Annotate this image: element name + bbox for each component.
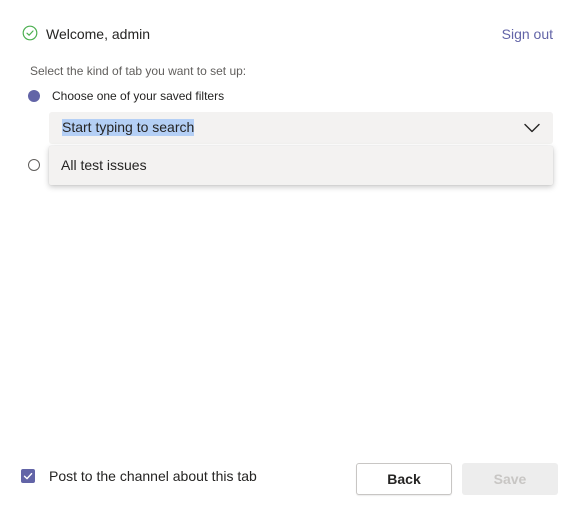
radio-saved-filters[interactable] (28, 90, 40, 102)
post-to-channel-checkbox[interactable] (21, 469, 35, 483)
save-button[interactable]: Save (462, 463, 558, 495)
setup-prompt: Select the kind of tab you want to set u… (30, 64, 247, 78)
post-to-channel-label[interactable]: Post to the channel about this tab (49, 467, 257, 485)
sign-out-link[interactable]: Sign out (502, 25, 553, 43)
welcome-text: Welcome, admin (46, 26, 151, 42)
filter-option-all-test-issues[interactable]: All test issues (61, 157, 147, 174)
checkmark-icon (23, 472, 33, 480)
radio-saved-filters-label[interactable]: Choose one of your saved filters (52, 89, 224, 104)
check-circle-icon (22, 25, 38, 41)
saved-filter-dropdown[interactable]: Start typing to search (49, 112, 553, 144)
filter-options-listbox: All test issues (49, 146, 553, 185)
radio-other-option[interactable] (28, 159, 40, 171)
tab-config-page: Welcome, admin Sign out Select the kind … (0, 0, 578, 507)
filter-search-input[interactable]: Start typing to search (62, 119, 195, 136)
back-button[interactable]: Back (356, 463, 452, 495)
chevron-down-icon[interactable] (523, 122, 541, 134)
